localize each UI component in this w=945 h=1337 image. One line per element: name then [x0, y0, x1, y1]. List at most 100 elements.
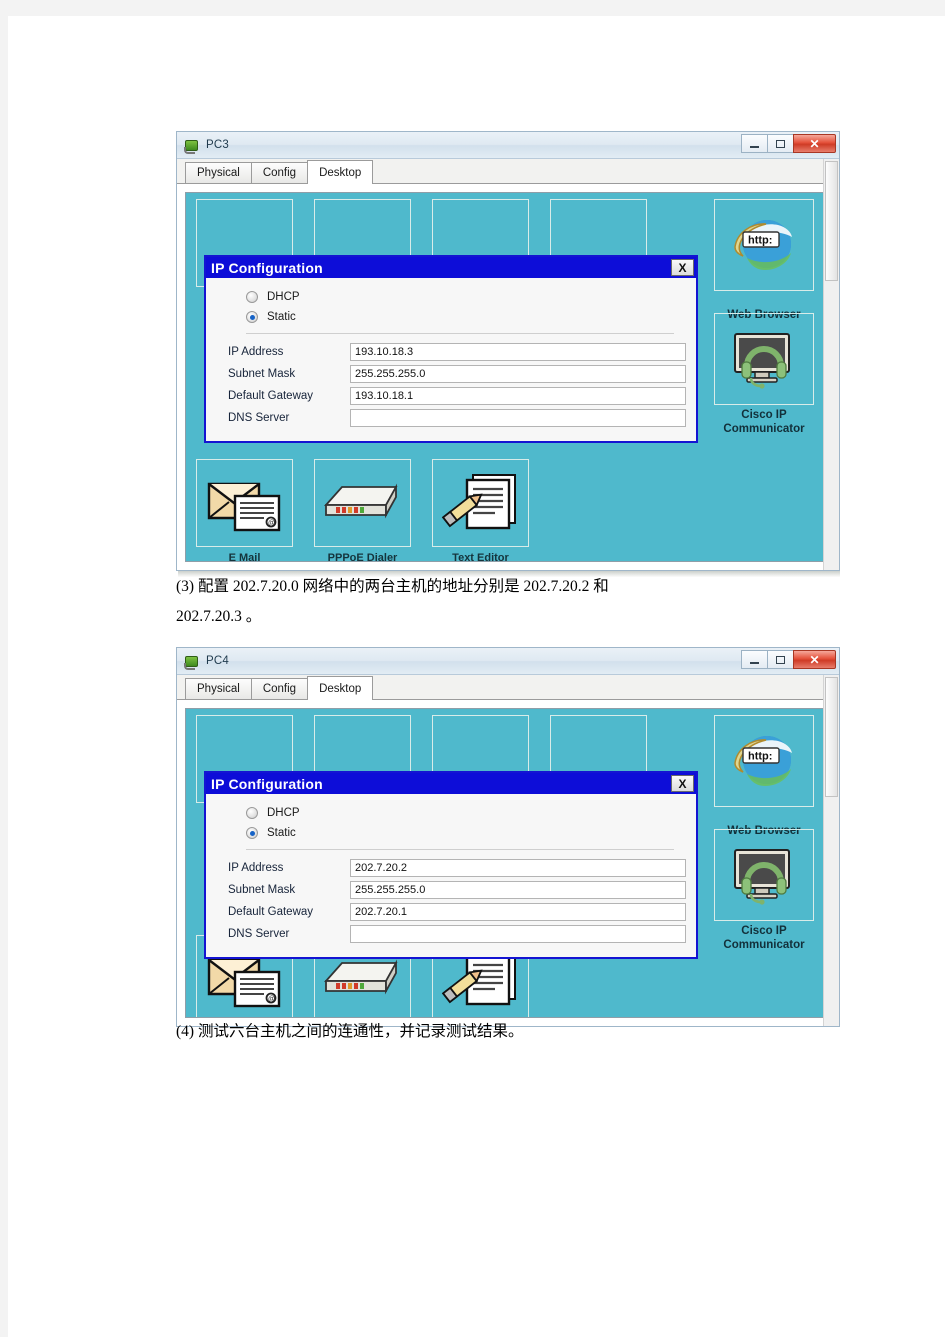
ip-communicator-icon [734, 333, 790, 389]
close-button[interactable]: ✕ [793, 650, 836, 669]
text-editor-tile[interactable] [432, 459, 529, 547]
window-title: PC3 [206, 139, 229, 151]
text-editor-icon [441, 474, 516, 530]
dialog-body: DHCP Static IP Address 193.10.18.3 Subne… [206, 278, 696, 441]
close-button[interactable]: ✕ [793, 134, 836, 153]
minimize-button[interactable] [741, 134, 768, 153]
window-title: PC4 [206, 655, 229, 667]
pc-plug-icon [183, 653, 199, 670]
tab-physical[interactable]: Physical [185, 162, 252, 183]
ip-address-input[interactable]: 202.7.20.2 [350, 859, 686, 877]
dns-server-row: DNS Server [228, 409, 686, 427]
tab-desktop[interactable]: Desktop [307, 160, 374, 184]
default-gateway-input[interactable]: 202.7.20.1 [350, 903, 686, 921]
window-controls: ✕ [741, 134, 836, 153]
modem-icon [323, 483, 398, 519]
maximize-button[interactable] [767, 134, 794, 153]
tab-config[interactable]: Config [250, 678, 309, 699]
dialog-divider [246, 849, 674, 850]
subnet-mask-row: Subnet Mask 255.255.255.0 [228, 881, 686, 899]
ip-communicator-icon [734, 849, 790, 905]
static-radio-row[interactable]: Static [246, 827, 696, 839]
pc-plug-icon [183, 137, 199, 154]
window-controls: ✕ [741, 650, 836, 669]
dns-server-label: DNS Server [228, 928, 290, 940]
ip-communicator-label: Cisco IP Communicator [723, 925, 805, 951]
web-browser-tile[interactable]: http: Web Browser [714, 715, 814, 837]
desktop-bottom-row: @ E Mail [196, 459, 529, 561]
desktop-right-column: http: Web Browser Cisco IP Communicator [710, 199, 818, 435]
ip-address-input[interactable]: 193.10.18.3 [350, 343, 686, 361]
dhcp-radio-row[interactable]: DHCP [246, 807, 696, 819]
email-label: E Mail [228, 552, 261, 562]
ip-address-label: IP Address [228, 862, 284, 874]
dialog-close-button[interactable]: X [671, 259, 694, 276]
static-label: Static [267, 311, 296, 323]
svg-text:@: @ [268, 996, 275, 1003]
dhcp-radio[interactable] [246, 807, 258, 819]
svg-text:http:: http: [748, 235, 772, 247]
ip-communicator-tile[interactable]: Cisco IP Communicator [714, 313, 814, 435]
dns-server-input[interactable] [350, 409, 686, 427]
tab-strip: Physical Config Desktop [177, 159, 839, 184]
modem-icon [323, 959, 398, 995]
dialog-body: DHCP Static IP Address 202.7.20.2 Subnet… [206, 794, 696, 957]
web-browser-tile[interactable]: http: Web Browser [714, 199, 814, 321]
dialog-close-button[interactable]: X [671, 775, 694, 792]
window-titlebar: PC4 ✕ [177, 648, 839, 675]
static-radio-row[interactable]: Static [246, 311, 696, 323]
static-radio[interactable] [246, 827, 258, 839]
dhcp-radio-row[interactable]: DHCP [246, 291, 696, 303]
subnet-mask-input[interactable]: 255.255.255.0 [350, 365, 686, 383]
doc-line-3: (4) 测试六台主机之间的连通性，并记录测试结果。 [176, 1023, 524, 1040]
dialog-divider [246, 333, 674, 334]
window-scrollbar[interactable] [823, 159, 839, 570]
web-browser-icon: http: [734, 220, 792, 270]
tab-config[interactable]: Config [250, 162, 309, 183]
svg-text:@: @ [268, 520, 275, 527]
default-gateway-row: Default Gateway 193.10.18.1 [228, 387, 686, 405]
doc-line-2: 202.7.20.3 。 [176, 608, 262, 625]
packet-tracer-window-pc3: PC3 ✕ Physical Config Desktop http: Web … [176, 131, 840, 571]
svg-text:http:: http: [748, 751, 772, 763]
maximize-button[interactable] [767, 650, 794, 669]
pppoe-dialer-label: PPPoE Dialer [327, 552, 398, 562]
document-page: PC3 ✕ Physical Config Desktop http: Web … [8, 16, 945, 1337]
subnet-mask-row: Subnet Mask 255.255.255.0 [228, 365, 686, 383]
minimize-button[interactable] [741, 650, 768, 669]
pppoe-dialer-tile[interactable] [314, 459, 411, 547]
tab-strip: Physical Config Desktop [177, 675, 839, 700]
default-gateway-label: Default Gateway [228, 906, 314, 918]
subnet-mask-input[interactable]: 255.255.255.0 [350, 881, 686, 899]
desktop-canvas: http: Web Browser Cisco IP Communicator … [185, 708, 831, 1018]
dialog-titlebar: IP Configuration X [206, 257, 696, 278]
scrollbar-thumb[interactable] [825, 161, 838, 281]
window-scrollbar[interactable] [823, 675, 839, 1026]
window-titlebar: PC3 ✕ [177, 132, 839, 159]
dhcp-label: DHCP [267, 807, 300, 819]
subnet-mask-label: Subnet Mask [228, 884, 296, 896]
dns-server-row: DNS Server [228, 925, 686, 943]
ip-address-row: IP Address 193.10.18.3 [228, 343, 686, 361]
email-icon: @ [207, 482, 280, 532]
email-tile[interactable]: @ [196, 459, 293, 547]
tab-desktop[interactable]: Desktop [307, 676, 374, 700]
dialog-title: IP Configuration [211, 259, 323, 276]
dhcp-radio[interactable] [246, 291, 258, 303]
ip-communicator-tile[interactable]: Cisco IP Communicator [714, 829, 814, 951]
tab-physical[interactable]: Physical [185, 678, 252, 699]
ip-address-row: IP Address 202.7.20.2 [228, 859, 686, 877]
ip-address-label: IP Address [228, 346, 284, 358]
static-label: Static [267, 827, 296, 839]
scrollbar-thumb[interactable] [825, 677, 838, 797]
window-body: http: Web Browser Cisco IP Communicator … [177, 184, 839, 570]
dialog-titlebar: IP Configuration X [206, 773, 696, 794]
static-radio[interactable] [246, 311, 258, 323]
desktop-canvas: http: Web Browser Cisco IP Communicator … [185, 192, 831, 562]
dialog-title: IP Configuration [211, 775, 323, 792]
default-gateway-input[interactable]: 193.10.18.1 [350, 387, 686, 405]
dns-server-input[interactable] [350, 925, 686, 943]
packet-tracer-window-pc4: PC4 ✕ Physical Config Desktop http: Web … [176, 647, 840, 1027]
web-browser-icon: http: [734, 736, 792, 786]
dns-server-label: DNS Server [228, 412, 290, 424]
